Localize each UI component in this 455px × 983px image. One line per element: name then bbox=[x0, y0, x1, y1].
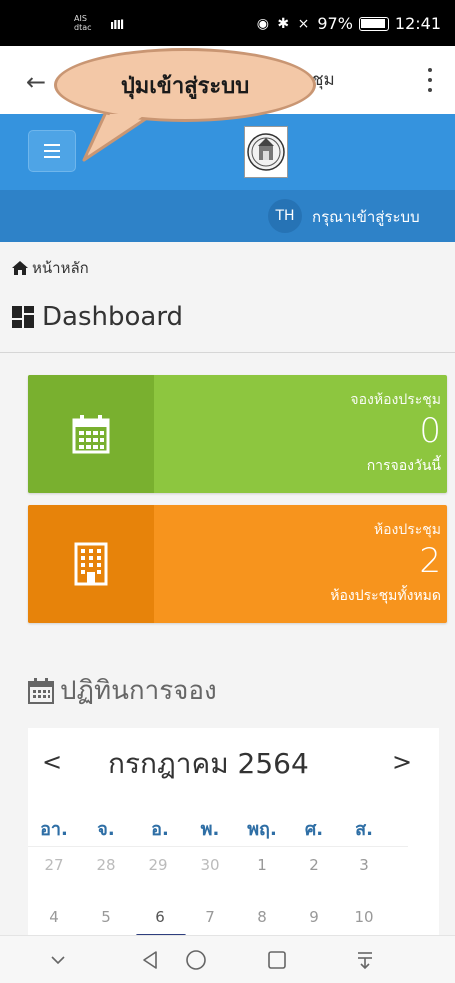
building-icon bbox=[28, 505, 154, 623]
calendar-day[interactable]: 5 bbox=[84, 908, 128, 926]
total-rooms-card[interactable]: ห้องประชุม 2 ห้องประชุมทั้งหมด bbox=[28, 505, 447, 623]
system-nav-bar bbox=[0, 935, 455, 983]
divider bbox=[0, 352, 455, 353]
calendar-day[interactable]: 10 bbox=[342, 908, 386, 926]
home-icon bbox=[12, 261, 28, 275]
weekday-label: พฤ. bbox=[247, 819, 277, 840]
calendar-day-today[interactable]: 6 bbox=[138, 908, 182, 926]
notification-pull-icon[interactable] bbox=[353, 948, 377, 972]
breadcrumb-home[interactable]: หน้าหลัก bbox=[32, 256, 89, 280]
calendar-icon bbox=[28, 677, 54, 704]
calendar-day[interactable]: 1 bbox=[240, 856, 284, 874]
weekday-label: ส. bbox=[355, 819, 373, 840]
card-title: ห้องประชุม bbox=[373, 522, 441, 538]
callout-tail-fill bbox=[88, 114, 146, 154]
card-value: 2 bbox=[419, 541, 441, 581]
calendar-day[interactable]: 8 bbox=[240, 908, 284, 926]
card-value: 0 bbox=[419, 411, 441, 451]
calendar-heading: ปฏิทินการจอง bbox=[28, 670, 217, 711]
chevron-down-icon[interactable] bbox=[46, 948, 70, 972]
calendar-day[interactable]: 4 bbox=[32, 908, 76, 926]
page-title: Dashboard bbox=[12, 302, 183, 332]
calendar-day[interactable]: 30 bbox=[188, 856, 232, 874]
calendar-day[interactable]: 2 bbox=[292, 856, 336, 874]
recents-square-icon[interactable] bbox=[265, 948, 289, 972]
calendar-day[interactable]: 9 bbox=[292, 908, 336, 926]
calendar-day[interactable]: 29 bbox=[136, 856, 180, 874]
weekday-label: ศ. bbox=[304, 819, 324, 840]
back-triangle-icon[interactable] bbox=[138, 948, 162, 972]
login-link[interactable]: กรุณาเข้าสู่ระบบ bbox=[312, 205, 420, 229]
calendar-next-button[interactable]: > bbox=[392, 748, 412, 776]
language-badge[interactable]: TH bbox=[268, 199, 302, 233]
weekday-label: อ. bbox=[151, 819, 169, 840]
calendar-widget: < กรกฎาคม 2564 > อา. จ. อ. พ. พฤ. ศ. ส. … bbox=[28, 728, 439, 935]
calendar-day[interactable]: 27 bbox=[32, 856, 76, 874]
weekday-label: อา. bbox=[40, 819, 68, 840]
breadcrumb[interactable]: หน้าหลัก bbox=[12, 256, 89, 280]
weekday-label: จ. bbox=[97, 819, 115, 840]
calendar-heading-text: ปฏิทินการจอง bbox=[60, 676, 217, 706]
page-title-text: Dashboard bbox=[42, 302, 184, 332]
calendar-month-label: กรกฎาคม 2564 bbox=[108, 747, 309, 780]
dashboard-icon bbox=[12, 306, 34, 328]
bookings-today-card[interactable]: จองห้องประชุม 0 การจองวันนี้ bbox=[28, 375, 447, 493]
card-subtitle: ห้องประชุมทั้งหมด bbox=[330, 588, 441, 604]
card-title: จองห้องประชุม bbox=[350, 392, 441, 408]
calendar-icon bbox=[28, 375, 154, 493]
weekday-label: พ. bbox=[200, 819, 220, 840]
calendar-day[interactable]: 3 bbox=[342, 856, 386, 874]
calendar-day[interactable]: 28 bbox=[84, 856, 128, 874]
home-circle-icon[interactable] bbox=[184, 948, 208, 972]
card-subtitle: การจองวันนี้ bbox=[366, 458, 441, 474]
calendar-day[interactable]: 7 bbox=[188, 908, 232, 926]
weekday-divider bbox=[28, 846, 408, 847]
calendar-prev-button[interactable]: < bbox=[42, 748, 62, 776]
main-content: หน้าหลัก Dashboard จองห้องประชุม 0 การจอ… bbox=[0, 242, 455, 935]
